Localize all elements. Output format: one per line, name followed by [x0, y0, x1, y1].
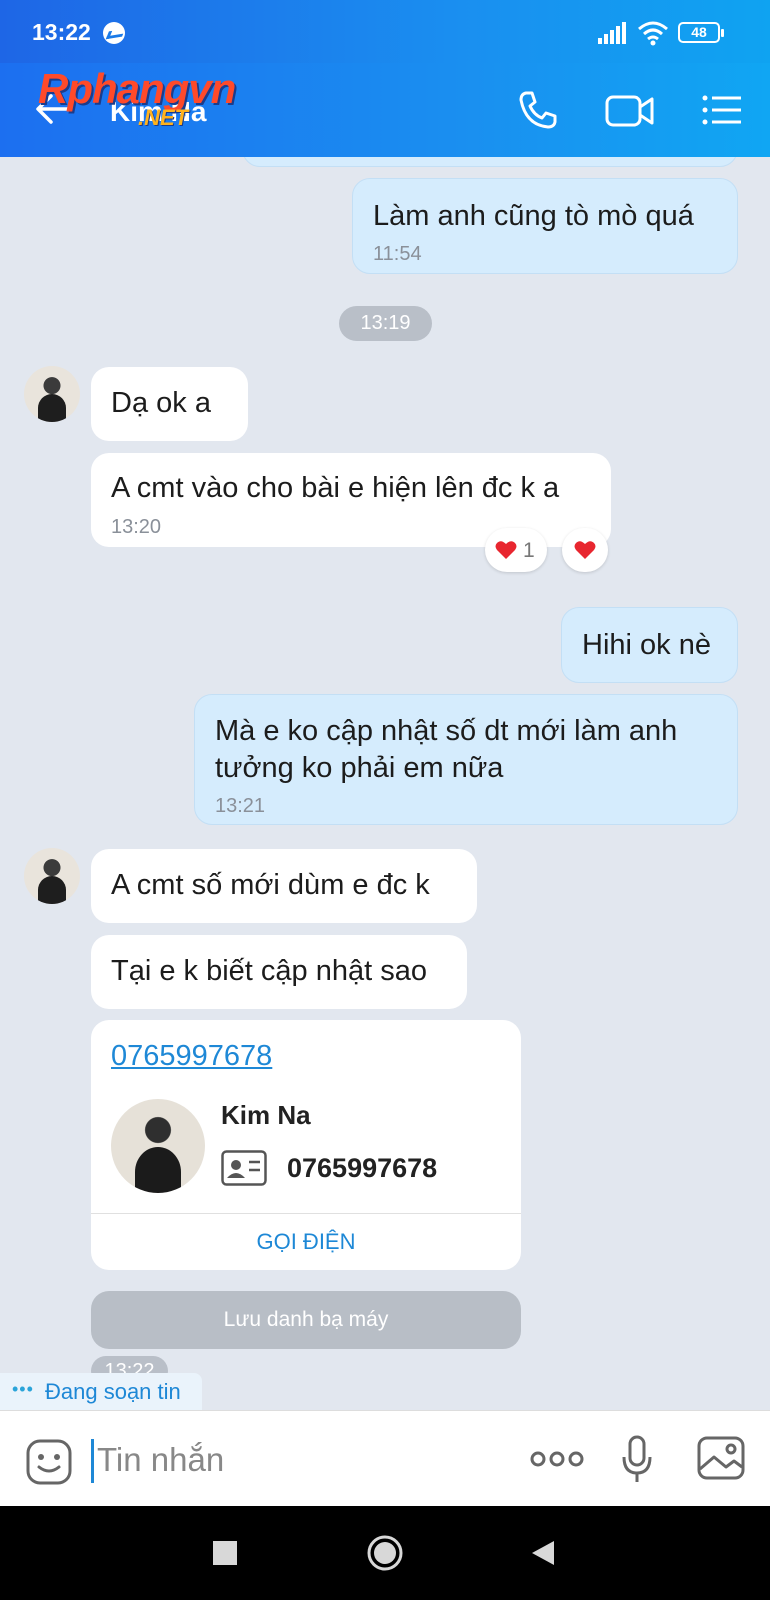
- message-text: Tại e k biết cập nhật sao: [111, 955, 427, 987]
- watermark-logo: Rphangvn .NET: [38, 65, 278, 135]
- reaction-count: 1: [523, 539, 535, 562]
- typing-indicator: ••• Đang soạn tin: [0, 1373, 202, 1411]
- message-bubble-out[interactable]: Hihi ok nè: [561, 607, 738, 683]
- reaction-summary[interactable]: 1: [485, 528, 547, 572]
- message-text: Mà e ko cập nhật số dt mới làm anh tưởng…: [215, 715, 678, 784]
- emoji-icon[interactable]: [26, 1439, 72, 1485]
- message-text: Làm anh cũng tò mò quá: [373, 200, 694, 232]
- more-icon[interactable]: [529, 1433, 585, 1485]
- watermark-main: Rphangvn: [38, 65, 236, 112]
- video-icon[interactable]: [604, 85, 656, 135]
- avatar[interactable]: [24, 366, 80, 422]
- message-input-bar: [0, 1410, 770, 1506]
- id-card-icon: [221, 1150, 267, 1186]
- contact-card-name: Kim Na: [221, 1100, 311, 1130]
- chat-header: Kim Na Rphangvn .NET: [0, 63, 770, 157]
- message-time: 13:20: [111, 516, 162, 538]
- system-nav-bar: [0, 1506, 770, 1600]
- phone-link[interactable]: 0765997678: [111, 1040, 272, 1073]
- contact-avatar[interactable]: [111, 1099, 205, 1193]
- message-text: Dạ ok a: [111, 387, 211, 419]
- heart-icon: [574, 541, 596, 559]
- nav-recent-icon[interactable]: [212, 1531, 238, 1575]
- phone-icon[interactable]: [512, 85, 562, 135]
- text-caret: [91, 1439, 94, 1483]
- menu-icon[interactable]: [700, 85, 744, 135]
- chat-area[interactable]: Làm anh cũng tò mò quá 11:54 13:19 Dạ ok…: [0, 157, 770, 1410]
- message-bubble-out[interactable]: Làm anh cũng tò mò quá 11:54: [352, 178, 738, 274]
- time-separator: 13:19: [339, 306, 432, 341]
- watermark-sub: .NET: [138, 105, 189, 130]
- status-time: 13:22: [32, 19, 91, 45]
- heart-react-button[interactable]: [562, 528, 608, 572]
- messenger-icon: [103, 22, 125, 44]
- heart-icon: [495, 541, 517, 559]
- status-bar: 13:22 48: [0, 0, 770, 63]
- image-icon[interactable]: [696, 1433, 746, 1485]
- typing-text: Đang soạn tin: [45, 1379, 181, 1404]
- contact-card[interactable]: 0765997678 Kim Na 0765997678 GỌI ĐIỆN: [91, 1020, 521, 1270]
- call-button[interactable]: GỌI ĐIỆN: [91, 1213, 521, 1270]
- message-text: A cmt vào cho bài e hiện lên đc k a: [111, 472, 560, 504]
- microphone-icon[interactable]: [620, 1433, 654, 1485]
- message-time: 13:21: [215, 795, 266, 817]
- message-bubble-in[interactable]: A cmt số mới dùm e đc k: [91, 849, 477, 923]
- message-input[interactable]: [97, 1435, 497, 1485]
- nav-back-icon[interactable]: [530, 1531, 556, 1575]
- avatar[interactable]: [24, 848, 80, 904]
- message-bubble-clipped: [242, 157, 738, 167]
- message-time: 11:54: [373, 243, 422, 265]
- contact-card-phone: 0765997678: [287, 1153, 438, 1183]
- wifi-icon: [638, 21, 668, 46]
- message-bubble-out[interactable]: Mà e ko cập nhật số dt mới làm anh tưởng…: [194, 694, 738, 825]
- battery-icon: 48: [678, 22, 724, 43]
- nav-home-icon[interactable]: [366, 1531, 404, 1575]
- save-contact-button[interactable]: Lưu danh bạ máy: [91, 1291, 521, 1349]
- message-bubble-in[interactable]: Tại e k biết cập nhật sao: [91, 935, 467, 1009]
- typing-dots-icon: •••: [12, 1379, 34, 1399]
- message-text: A cmt số mới dùm e đc k: [111, 869, 430, 901]
- signal-icon: [598, 22, 628, 44]
- battery-level: 48: [691, 24, 707, 40]
- message-text: Hihi ok nè: [582, 629, 711, 661]
- message-bubble-in[interactable]: Dạ ok a: [91, 367, 248, 441]
